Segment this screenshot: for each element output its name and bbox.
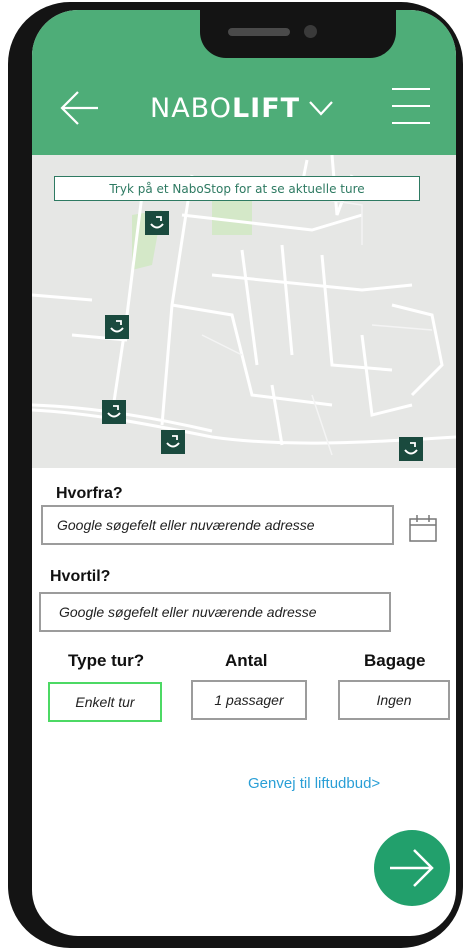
smile-stop-icon (107, 405, 121, 418)
map-roads (32, 155, 456, 456)
count-label: Antal (225, 651, 268, 670)
arrow-left-icon (60, 91, 98, 125)
nabostop-marker[interactable] (102, 400, 126, 424)
chevron-down-icon (309, 101, 333, 116)
phone-notch (200, 10, 396, 58)
arrow-right-icon (390, 849, 434, 887)
to-label: Hvortil? (50, 568, 111, 585)
passenger-count-select[interactable]: 1 passager (191, 680, 307, 720)
brand-name-light: NABO (150, 92, 232, 124)
map-hint-banner: Tryk på et NaboStop for at se aktuelle t… (54, 176, 420, 201)
liftudbud-shortcut-link[interactable]: Genvej til liftudbud> (248, 775, 380, 792)
nabostop-marker[interactable] (145, 211, 169, 235)
back-button[interactable] (58, 86, 102, 130)
from-input[interactable]: Google søgefelt eller nuværende adresse (41, 505, 394, 545)
to-input[interactable]: Google søgefelt eller nuværende adresse (39, 592, 391, 632)
smile-stop-icon (404, 442, 418, 455)
calendar-button[interactable] (408, 513, 438, 543)
next-button[interactable] (374, 830, 450, 906)
app-screen: NABO LIFT Tryk på et NaboStop for at se … (32, 10, 456, 936)
smile-stop-icon (150, 216, 164, 229)
luggage-select[interactable]: Ingen (338, 680, 450, 720)
nabostop-marker[interactable] (105, 315, 129, 339)
calendar-icon (409, 515, 437, 542)
map-view[interactable]: Tryk på et NaboStop for at se aktuelle t… (32, 155, 456, 468)
luggage-label: Bagage (364, 651, 426, 670)
nabostop-marker[interactable] (161, 430, 185, 454)
nabostop-marker[interactable] (399, 437, 423, 461)
smile-stop-icon (110, 320, 124, 333)
speaker (228, 28, 290, 36)
smile-stop-icon (166, 435, 180, 448)
brand-selector[interactable]: NABO LIFT (150, 88, 334, 128)
camera (304, 25, 317, 38)
from-label: Hvorfra? (56, 485, 123, 502)
phone-frame: NABO LIFT Tryk på et NaboStop for at se … (8, 2, 463, 948)
brand-name-bold: LIFT (231, 92, 301, 124)
trip-type-label: Type tur? (68, 651, 145, 670)
menu-button[interactable] (390, 86, 432, 126)
hamburger-icon (392, 88, 430, 124)
trip-type-select[interactable]: Enkelt tur (48, 682, 162, 722)
